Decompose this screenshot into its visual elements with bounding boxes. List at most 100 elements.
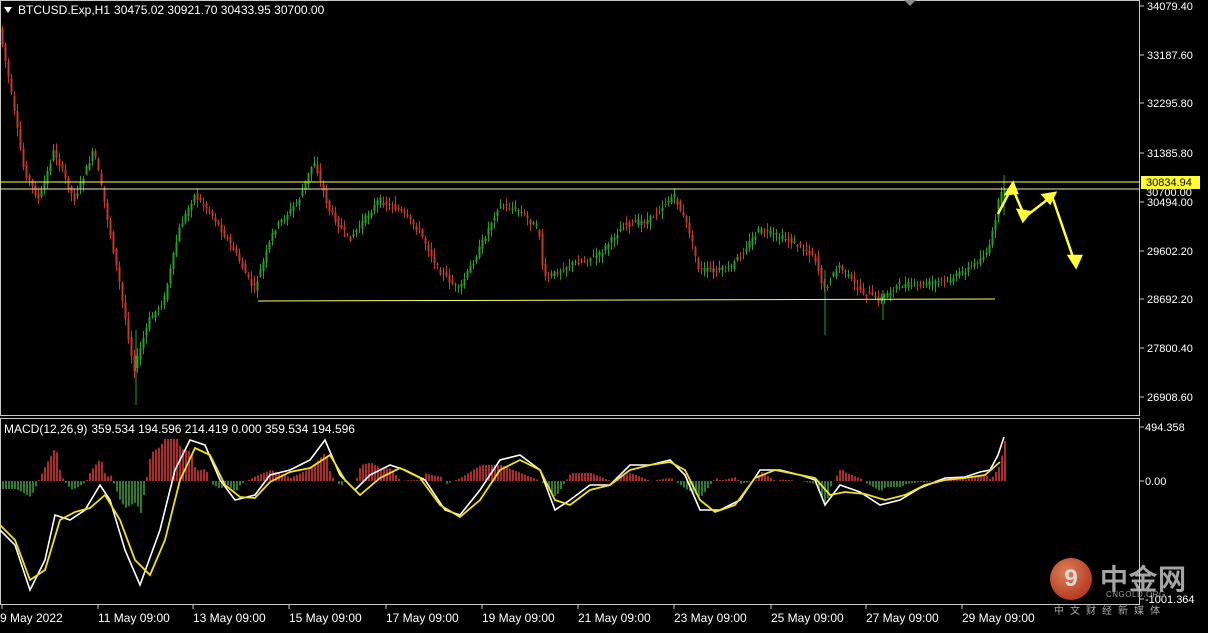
- candle-body: [313, 162, 316, 167]
- histogram-bar: [113, 481, 115, 484]
- chart-title[interactable]: BTCUSD.Exp,H1 30475.02 30921.70 30433.95…: [4, 3, 324, 17]
- price-axis[interactable]: 34079.4033187.6032295.8031385.8030494.00…: [1140, 1, 1193, 404]
- candle-body: [244, 264, 247, 273]
- histogram-bar: [398, 478, 400, 481]
- candle-body: [118, 266, 121, 283]
- candle-body: [742, 252, 745, 254]
- chart-canvas[interactable]: 34079.4033187.6032295.8031385.8030494.00…: [0, 0, 1208, 628]
- candle-body: [337, 218, 340, 227]
- histogram-bar: [671, 478, 673, 481]
- histogram-bar: [218, 481, 220, 488]
- histogram-bar: [434, 475, 436, 481]
- projection-arrows[interactable]: [996, 180, 1083, 270]
- histogram-bar: [512, 469, 514, 481]
- macd-title[interactable]: MACD(12,26,9) 359.534 194.596 214.419 0.…: [4, 422, 355, 436]
- candle-body: [799, 242, 802, 246]
- histogram-bar: [773, 479, 775, 481]
- candle-body: [379, 197, 382, 205]
- candle-body: [520, 211, 523, 213]
- candle-body: [541, 233, 544, 266]
- candle-body: [688, 222, 691, 234]
- candle-body: [181, 223, 184, 227]
- candle-body: [958, 271, 961, 276]
- histogram-bar: [680, 481, 682, 486]
- symbol-label: BTCUSD.Exp,H1: [18, 3, 111, 17]
- time-label: 17 May 09:00: [386, 611, 459, 625]
- histogram-bar: [989, 478, 991, 481]
- candle-body: [763, 232, 766, 234]
- candle-body: [232, 246, 235, 250]
- histogram-bar: [665, 478, 667, 481]
- dropdown-triangle-icon[interactable]: [4, 7, 12, 13]
- candle-body: [385, 201, 388, 205]
- histogram-bar: [179, 445, 181, 481]
- histogram-bar: [563, 481, 565, 485]
- candle-body: [376, 200, 379, 206]
- candle-body: [814, 255, 817, 263]
- histogram-bar: [482, 465, 484, 481]
- histogram-bar: [560, 481, 562, 489]
- histogram-bar: [254, 476, 256, 481]
- histogram-bar: [62, 478, 64, 481]
- candle-body: [766, 229, 769, 231]
- candle-body: [391, 207, 394, 209]
- macd-histogram: [2, 439, 1006, 513]
- candle-body: [754, 236, 757, 240]
- time-label: 13 May 09:00: [193, 611, 266, 625]
- candle-body: [166, 284, 169, 301]
- candle-body: [547, 277, 550, 279]
- candle-body: [436, 263, 439, 265]
- candle-body: [130, 336, 133, 357]
- histogram-bar: [515, 471, 517, 481]
- candle-body: [961, 271, 964, 273]
- candle-body: [565, 267, 568, 270]
- candle-body: [514, 207, 517, 209]
- candle-body: [67, 177, 70, 189]
- candle-body: [808, 250, 811, 255]
- histogram-bar: [719, 480, 721, 481]
- histogram-bar: [860, 478, 862, 481]
- candle-body: [208, 210, 211, 212]
- histogram-bar: [479, 465, 481, 481]
- histogram-bar: [290, 477, 292, 481]
- candle-body: [931, 282, 934, 284]
- histogram-bar: [2, 481, 4, 489]
- candle-body: [886, 293, 889, 298]
- candle-body: [583, 260, 586, 262]
- candle-body: [598, 251, 601, 256]
- histogram-bar: [683, 481, 685, 488]
- candle-body: [994, 220, 997, 231]
- candle-body: [694, 246, 697, 256]
- candle-body: [790, 237, 793, 244]
- histogram-bar: [884, 481, 886, 488]
- candle-body: [673, 193, 676, 198]
- histogram-bar: [635, 475, 637, 481]
- histogram-bar: [8, 481, 10, 489]
- candle-body: [526, 215, 529, 218]
- time-axis[interactable]: 9 May 2022 11 May 09:00 13 May 09:00 15 May…: [0, 605, 1035, 625]
- chart-window[interactable]: 34079.40 33187.60 32295.80 31385.80 30494.00…: [0, 0, 1208, 628]
- candle-body: [538, 230, 541, 237]
- histogram-bar: [164, 439, 166, 481]
- candle-body: [247, 273, 250, 277]
- candle-body: [19, 128, 22, 149]
- histogram-bar: [779, 479, 781, 481]
- candle-body: [4, 43, 7, 61]
- histogram-bar: [608, 480, 610, 481]
- histogram-bar: [116, 481, 118, 492]
- histogram-bar: [896, 481, 898, 487]
- candle-body: [16, 111, 19, 129]
- candle-body: [604, 245, 607, 251]
- candle-body: [88, 163, 91, 169]
- histogram-bar: [296, 474, 298, 481]
- candle-body: [64, 169, 67, 179]
- histogram-bar: [965, 479, 967, 481]
- candle-body: [628, 222, 631, 227]
- candle-body: [223, 229, 226, 237]
- histogram-bar: [803, 481, 805, 482]
- candle-body: [322, 183, 325, 192]
- histogram-bar: [596, 475, 598, 481]
- scroll-marker-icon[interactable]: [904, 0, 916, 6]
- histogram-bar: [371, 463, 373, 481]
- histogram-bar: [128, 481, 130, 507]
